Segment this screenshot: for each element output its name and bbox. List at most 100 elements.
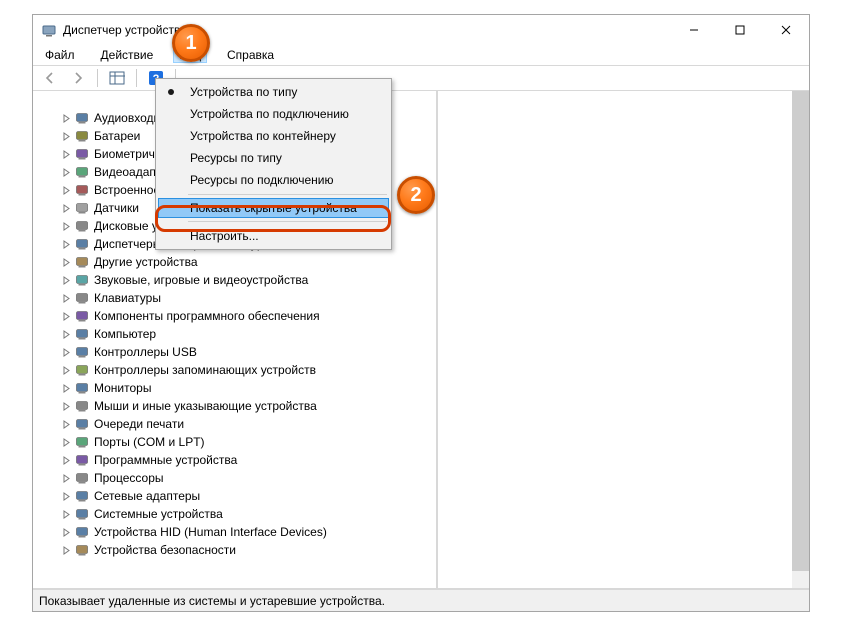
tree-row-label: Устройства HID (Human Interface Devices) [94,525,327,539]
device-category-icon [74,344,90,360]
device-category-icon [74,272,90,288]
chevron-right-icon[interactable] [61,132,72,141]
chevron-right-icon[interactable] [61,168,72,177]
device-category-icon [74,182,90,198]
tree-row[interactable]: Клавиатуры [33,289,436,307]
tree-row-label: Очереди печати [94,417,184,431]
chevron-right-icon[interactable] [61,150,72,159]
device-category-icon [74,506,90,522]
tree-row-label: Системные устройства [94,507,223,521]
tree-row-label: Устройства безопасности [94,543,236,557]
chevron-right-icon[interactable] [61,420,72,429]
device-category-icon [74,434,90,450]
device-category-icon [74,308,90,324]
menu-file[interactable]: Файл [39,47,81,63]
chevron-right-icon[interactable] [61,384,72,393]
device-category-icon [74,200,90,216]
menu-devices-by-container[interactable]: Устройства по контейнеру [158,125,389,147]
statusbar: Показывает удаленные из системы и устаре… [33,589,809,611]
tree-row[interactable]: Устройства HID (Human Interface Devices) [33,523,436,541]
device-category-icon [74,254,90,270]
chevron-right-icon[interactable] [61,240,72,249]
menu-resources-by-connection[interactable]: Ресурсы по подключению [158,169,389,191]
callout-badge-2: 2 [397,176,435,214]
tree-row[interactable]: Компоненты программного обеспечения [33,307,436,325]
tree-row[interactable]: Порты (COM и LPT) [33,433,436,451]
minimize-button[interactable] [671,15,717,45]
tree-row[interactable]: Очереди печати [33,415,436,433]
tree-row[interactable]: Звуковые, игровые и видеоустройства [33,271,436,289]
menu-resources-by-type[interactable]: Ресурсы по типу [158,147,389,169]
chevron-right-icon[interactable] [61,348,72,357]
chevron-right-icon[interactable] [61,492,72,501]
tree-row-label: Контроллеры запоминающих устройств [94,363,316,377]
vertical-scrollbar[interactable] [792,91,809,571]
tree-row[interactable]: Сетевые адаптеры [33,487,436,505]
chevron-right-icon[interactable] [61,528,72,537]
close-button[interactable] [763,15,809,45]
chevron-right-icon[interactable] [61,312,72,321]
tree-row[interactable]: Компьютер [33,325,436,343]
tree-row[interactable]: Контроллеры USB [33,343,436,361]
tree-row-label: Мыши и иные указывающие устройства [94,399,317,413]
menu-help[interactable]: Справка [221,47,280,63]
menu-show-hidden-devices[interactable]: Показать скрытые устройства [158,198,389,218]
content-area: Аудиовходы и аудиовыходыБатареиБиометрич… [33,91,809,589]
details-pane [437,91,809,588]
device-category-icon [74,542,90,558]
chevron-right-icon[interactable] [61,114,72,123]
toolbar-separator [136,69,137,87]
tree-row[interactable]: Процессоры [33,469,436,487]
tree-row-label: Батареи [94,129,140,143]
tree-row[interactable]: Контроллеры запоминающих устройств [33,361,436,379]
tree-row[interactable]: Устройства безопасности [33,541,436,559]
device-category-icon [74,110,90,126]
maximize-button[interactable] [717,15,763,45]
menubar: Файл Действие Вид Справка [33,45,809,65]
chevron-right-icon[interactable] [61,294,72,303]
tree-row[interactable]: Системные устройства [33,505,436,523]
show-hide-tree-button[interactable] [106,67,128,89]
chevron-right-icon[interactable] [61,204,72,213]
menu-devices-by-connection[interactable]: Устройства по подключению [158,103,389,125]
device-category-icon [74,416,90,432]
chevron-right-icon[interactable] [61,456,72,465]
chevron-right-icon[interactable] [61,438,72,447]
chevron-right-icon[interactable] [61,510,72,519]
forward-button[interactable] [67,67,89,89]
tree-row[interactable]: Программные устройства [33,451,436,469]
device-category-icon [74,146,90,162]
menu-devices-by-type[interactable]: Устройства по типу [158,81,389,103]
window-controls [671,15,809,45]
tree-row[interactable]: Мониторы [33,379,436,397]
tree-row[interactable]: Мыши и иные указывающие устройства [33,397,436,415]
toolbar-separator [97,69,98,87]
tree-row-label: Контроллеры USB [94,345,197,359]
radio-bullet-icon [168,89,174,95]
tree-row-label: Сетевые адаптеры [94,489,200,503]
chevron-right-icon[interactable] [61,546,72,555]
chevron-right-icon[interactable] [61,222,72,231]
chevron-right-icon[interactable] [61,474,72,483]
back-button[interactable] [39,67,61,89]
tree-row-label: Датчики [94,201,139,215]
toolbar: ? [33,65,809,91]
tree-row-label: Компоненты программного обеспечения [94,309,320,323]
chevron-right-icon[interactable] [61,186,72,195]
menu-action[interactable]: Действие [95,47,160,63]
device-category-icon [74,524,90,540]
titlebar[interactable]: Диспетчер устройств [33,15,809,45]
chevron-right-icon[interactable] [61,276,72,285]
chevron-right-icon[interactable] [61,330,72,339]
device-manager-window: Диспетчер устройств Файл Действие Вид Сп… [32,14,810,612]
device-category-icon [74,218,90,234]
chevron-right-icon[interactable] [61,258,72,267]
chevron-right-icon[interactable] [61,366,72,375]
device-category-icon [74,452,90,468]
tree-row-label: Порты (COM и LPT) [94,435,205,449]
device-category-icon [74,326,90,342]
tree-row[interactable]: Другие устройства [33,253,436,271]
chevron-right-icon[interactable] [61,402,72,411]
tree-row-label: Клавиатуры [94,291,161,305]
menu-customize[interactable]: Настроить... [158,225,389,247]
